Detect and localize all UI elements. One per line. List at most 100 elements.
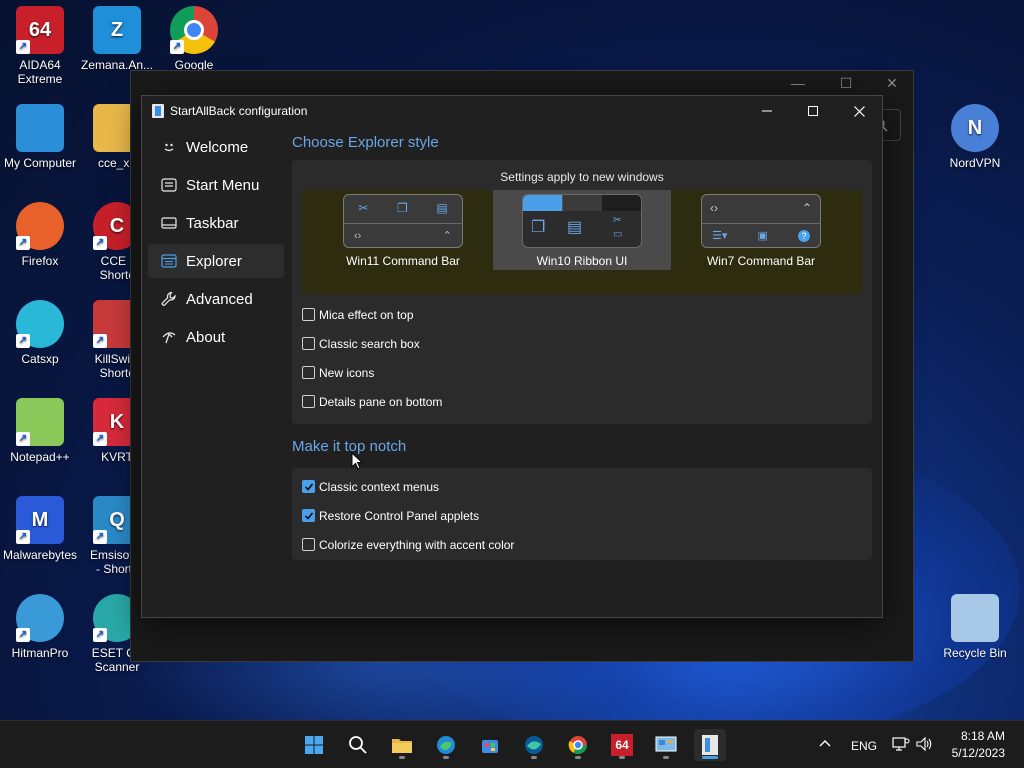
desktop-shortcut-label: Catsxp (21, 352, 59, 366)
checkbox-checked[interactable] (302, 509, 315, 522)
option-label: New icons (319, 365, 375, 380)
maximize-button[interactable] (790, 96, 836, 126)
desktop-shortcut-label: AIDA64 Extreme (17, 58, 63, 86)
start-menu-icon (160, 176, 178, 194)
desktop-shortcut-label: My Computer (3, 156, 77, 170)
explorer-options-list: Mica effect on top Classic search box New … (302, 300, 862, 416)
clock-date[interactable]: 5/12/2023 (948, 746, 1005, 760)
explorer-style-option[interactable]: ✂ ❐ ▤ ‹ › ⌃ Win11 Command Bar (314, 190, 492, 270)
desktop-shortcut[interactable]: 64 ↗ AIDA64 Extreme (0, 6, 80, 86)
startallback-icon (152, 104, 164, 118)
option-details-pane-on-bottom[interactable]: Details pane on bottom (302, 387, 862, 416)
explorer-settings: Choose Explorer style Settings apply to … (292, 130, 872, 560)
desktop-shortcut-label: HitmanPro (11, 646, 69, 660)
desktop-shortcut[interactable]: My Computer (0, 104, 80, 170)
desktop-shortcut-label: Firefox (21, 254, 59, 268)
taskbar-aida64-icon[interactable]: 64 (606, 729, 638, 761)
taskbar-edge-icon[interactable] (430, 729, 462, 761)
taskbar-start-icon[interactable] (298, 729, 330, 761)
sidebar-item-explorer[interactable]: Explorer (148, 244, 284, 278)
explorer-style-label: Win7 Command Bar (706, 254, 816, 268)
desktop-shortcut[interactable]: ↗ Catsxp (0, 300, 80, 366)
explorer-style-option[interactable]: ‹ › ⌃ ☰▾ ▣? Win7 Command Bar (672, 190, 850, 270)
taskbar-edge-dev-icon[interactable] (518, 729, 550, 761)
option-colorize-everything-with-accent-color[interactable]: Colorize everything with accent color (302, 530, 862, 559)
running-indicator (443, 756, 449, 759)
shortcut-arrow-icon: ↗ (16, 530, 30, 544)
section-title-explorer-style: Choose Explorer style (292, 134, 439, 151)
recycle-bin-icon (951, 594, 999, 642)
running-indicator (619, 756, 625, 759)
sidebar-item-label: Start Menu (186, 176, 260, 194)
desktop-shortcut[interactable]: Z Zemana.An... (77, 6, 157, 72)
minimize-icon[interactable]: — (783, 75, 813, 91)
shortcut-arrow-icon: ↗ (170, 40, 184, 54)
shortcut-arrow-icon: ↗ (16, 432, 30, 446)
option-classic-context-menus[interactable]: Classic context menus (302, 472, 862, 501)
explorer-style-option[interactable]: ❐ ▤ ✂ ▭ Win10 Ribbon UI (493, 190, 671, 270)
explorer-style-panel: Settings apply to new windows ✂ ❐ ▤ ‹ › ⌃ Win1… (292, 160, 872, 424)
desktop-shortcut[interactable]: M ↗ Malwarebytes (0, 496, 80, 562)
desktop-shortcut[interactable]: ↗ Notepad++ (0, 398, 80, 464)
option-label: Classic search box (319, 336, 420, 351)
checkbox-checked[interactable] (302, 480, 315, 493)
catsxp-icon: ↗ (16, 300, 64, 348)
sidebar-item-advanced[interactable]: Advanced (148, 282, 284, 316)
win10-ribbon-preview: ❐ ▤ ✂ ▭ (522, 194, 642, 248)
aida64-icon: 64 ↗ (16, 6, 64, 54)
option-label: Restore Control Panel applets (319, 508, 480, 523)
taskbar-startallback-icon[interactable] (694, 729, 726, 761)
shortcut-arrow-icon: ↗ (93, 628, 107, 642)
sidebar-item-welcome[interactable]: Welcome (148, 130, 284, 164)
explorer-style-options: ✂ ❐ ▤ ‹ › ⌃ Win11 Command Bar ❐ ▤ ✂ ▭ Win10 Ribbon … (302, 190, 862, 294)
taskbar-file-explorer-icon[interactable] (386, 729, 418, 761)
section-title-top-notch: Make it top notch (292, 438, 407, 455)
checkbox-unchecked[interactable] (302, 366, 315, 379)
firefox-icon: ↗ (16, 202, 64, 250)
language-indicator[interactable]: ENG (851, 739, 877, 753)
taskbar-chrome-icon[interactable] (562, 729, 594, 761)
desktop-shortcut[interactable]: ↗ HitmanPro (0, 594, 80, 660)
shortcut-arrow-icon: ↗ (93, 334, 107, 348)
startallback-config-dialog: StartAllBack configuration Welcome Start … (141, 95, 883, 618)
option-label: Colorize everything with accent color (319, 537, 515, 552)
taskbar-store-icon[interactable] (474, 729, 506, 761)
checkbox-unchecked[interactable] (302, 395, 315, 408)
running-indicator (399, 756, 405, 759)
clock-time[interactable]: 8:18 AM (959, 729, 1005, 743)
sidebar-item-label: Explorer (186, 252, 242, 270)
taskbar-control-panel-icon[interactable] (650, 729, 682, 761)
checkbox-unchecked[interactable] (302, 538, 315, 551)
title-bar[interactable]: StartAllBack configuration (142, 96, 882, 126)
desktop-shortcut[interactable]: ↗ Google (154, 6, 234, 72)
option-new-icons[interactable]: New icons (302, 358, 862, 387)
option-label: Classic context menus (319, 479, 440, 494)
show-hidden-icons-chevron-icon[interactable] (818, 737, 832, 754)
network-icon[interactable] (892, 736, 910, 755)
sidebar-item-label: Taskbar (186, 214, 239, 232)
option-classic-search-box[interactable]: Classic search box (302, 329, 862, 358)
sidebar-item-taskbar[interactable]: Taskbar (148, 206, 284, 240)
close-button[interactable] (836, 96, 882, 126)
running-indicator (531, 756, 537, 759)
win7-command-bar-preview: ‹ › ⌃ ☰▾ ▣? (701, 194, 821, 248)
close-icon[interactable]: ✕ (877, 75, 907, 92)
wrench-icon (160, 290, 178, 308)
settings-note: Settings apply to new windows (500, 170, 664, 184)
maximize-icon[interactable]: ☐ (831, 75, 861, 92)
checkbox-unchecked[interactable] (302, 308, 315, 321)
shortcut-arrow-icon: ↗ (16, 236, 30, 250)
taskbar-search-icon[interactable] (342, 729, 374, 761)
minimize-button[interactable] (744, 96, 790, 126)
desktop-shortcut[interactable]: Recycle Bin (935, 594, 1015, 660)
desktop-shortcut[interactable]: N NordVPN (935, 104, 1015, 170)
option-restore-control-panel-applets[interactable]: Restore Control Panel applets (302, 501, 862, 530)
smiley-icon (160, 138, 178, 156)
sidebar-item-start-menu[interactable]: Start Menu (148, 168, 284, 202)
checkbox-unchecked[interactable] (302, 337, 315, 350)
option-mica-effect-on-top[interactable]: Mica effect on top (302, 300, 862, 329)
volume-icon[interactable] (916, 736, 934, 755)
desktop-shortcut[interactable]: ↗ Firefox (0, 202, 80, 268)
sidebar-item-about[interactable]: About (148, 320, 284, 354)
taskbar-icon (160, 214, 178, 232)
